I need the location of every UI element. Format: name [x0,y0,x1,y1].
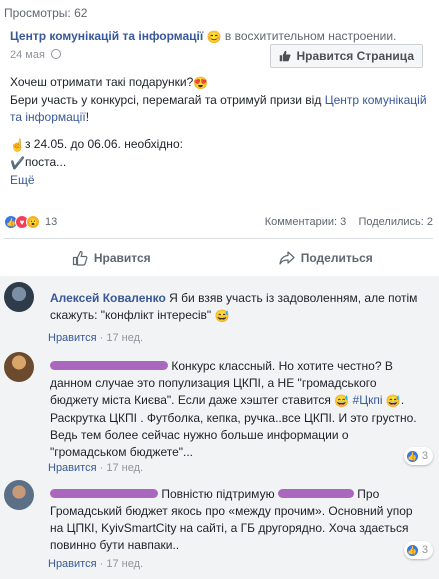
thumbs-up-icon [72,250,88,266]
redacted-author-name [50,489,158,498]
like-reaction-icon: 👍 [405,449,419,463]
comment-item: Конкурс классный. Но хотите честно? В да… [4,352,433,467]
smiling-face-emoji-icon: 😊 [206,30,222,44]
comment-time[interactable]: 17 нед. [106,332,143,344]
like-reaction-icon: 👍 [405,543,419,557]
comment-meta: Нравится · 17 нед. [48,332,144,344]
share-arrow-icon [279,251,295,265]
like-page-label: Нравится Страница [296,49,414,63]
shares-count[interactable]: Поделились: 2 [358,216,433,228]
comment-time[interactable]: 17 нед. [106,558,143,570]
sweat-smile-emoji-icon: 😅 [385,394,401,408]
comment-like-count: 3 [421,450,428,462]
avatar[interactable] [4,352,34,382]
comment-like-link[interactable]: Нравится [48,332,97,344]
post-line-4: ✔️поста... [10,155,67,170]
like-button[interactable]: Нравится [4,243,219,273]
comment-bubble: Алексей Коваленко Я би взяв участь із за… [40,282,433,331]
globe-icon [51,49,61,59]
comment-meta: Нравится · 17 нед. [48,462,144,474]
comment-item: Повністю підтримую Про Громадський бюдже… [4,480,433,560]
check-mark-emoji-icon: ✔️ [10,156,25,170]
share-button[interactable]: Поделиться [219,243,434,273]
reactions-bar: 👍 ♥ 😮 13 Комментарии: 3 Поделились: 2 [4,213,433,231]
sweat-smile-emoji-icon: 😅 [334,394,350,408]
page-name-link[interactable]: Центр комунікацій та інформації [10,29,203,43]
post-line-2: Бери участь у конкурсі, перемагай та отр… [10,93,427,124]
comment-like-count: 3 [421,544,428,556]
post-line-1: Хочеш отримати такі подарунки?😍 [10,75,209,90]
comment-time[interactable]: 17 нед. [106,462,143,474]
see-more-link[interactable]: Ещё [10,173,35,187]
post-actions: Нравится Поделиться [4,243,433,273]
feeling-text: в восхитительном настроении. [224,29,397,43]
like-page-button[interactable]: Нравится Страница [270,44,423,68]
hashtag-link[interactable]: #Цкпі [353,393,383,407]
avatar[interactable] [4,282,34,312]
heart-eyes-emoji-icon: 😍 [193,76,209,90]
comment-author[interactable]: Алексей Коваленко [50,291,166,305]
comment-text-lead: Повністю підтримую [161,487,275,501]
comment-bubble: Повністю підтримую Про Громадський бюдже… [40,480,433,560]
like-button-label: Нравится [93,251,151,265]
sweat-smile-emoji-icon: 😅 [214,309,230,323]
redacted-author-name [50,361,168,370]
comment-like-link[interactable]: Нравится [48,558,97,570]
comment-reaction-badge[interactable]: 👍 3 [403,541,433,559]
post-body: Хочеш отримати такі подарунки?😍 Бери уча… [10,74,427,189]
comments-count[interactable]: Комментарии: 3 [265,216,347,228]
divider [4,238,433,239]
post-line-3: ☝️з 24.05. до 06.06. необхідно: [10,137,183,152]
comment-bubble: Конкурс классный. Но хотите честно? В да… [40,352,433,467]
redacted-mention [277,489,354,498]
comment-reaction-badge[interactable]: 👍 3 [403,447,433,465]
share-button-label: Поделиться [300,251,373,265]
comment-share-stats: Комментарии: 3 Поделились: 2 [265,216,433,228]
post-author-line: Центр комунікацій та інформації 😊 в восх… [10,28,431,45]
reaction-count[interactable]: 13 [45,216,57,228]
pointing-hand-emoji-icon: ☝️ [10,138,25,152]
views-count: Просмотры: 62 [4,6,88,20]
wow-reaction-icon[interactable]: 😮 [26,215,40,229]
comment-meta: Нравится · 17 нед. [48,558,144,570]
thumbs-up-icon [280,50,292,62]
post-date[interactable]: 24 мая [10,49,45,61]
avatar[interactable] [4,480,34,510]
comment-like-link[interactable]: Нравится [48,462,97,474]
